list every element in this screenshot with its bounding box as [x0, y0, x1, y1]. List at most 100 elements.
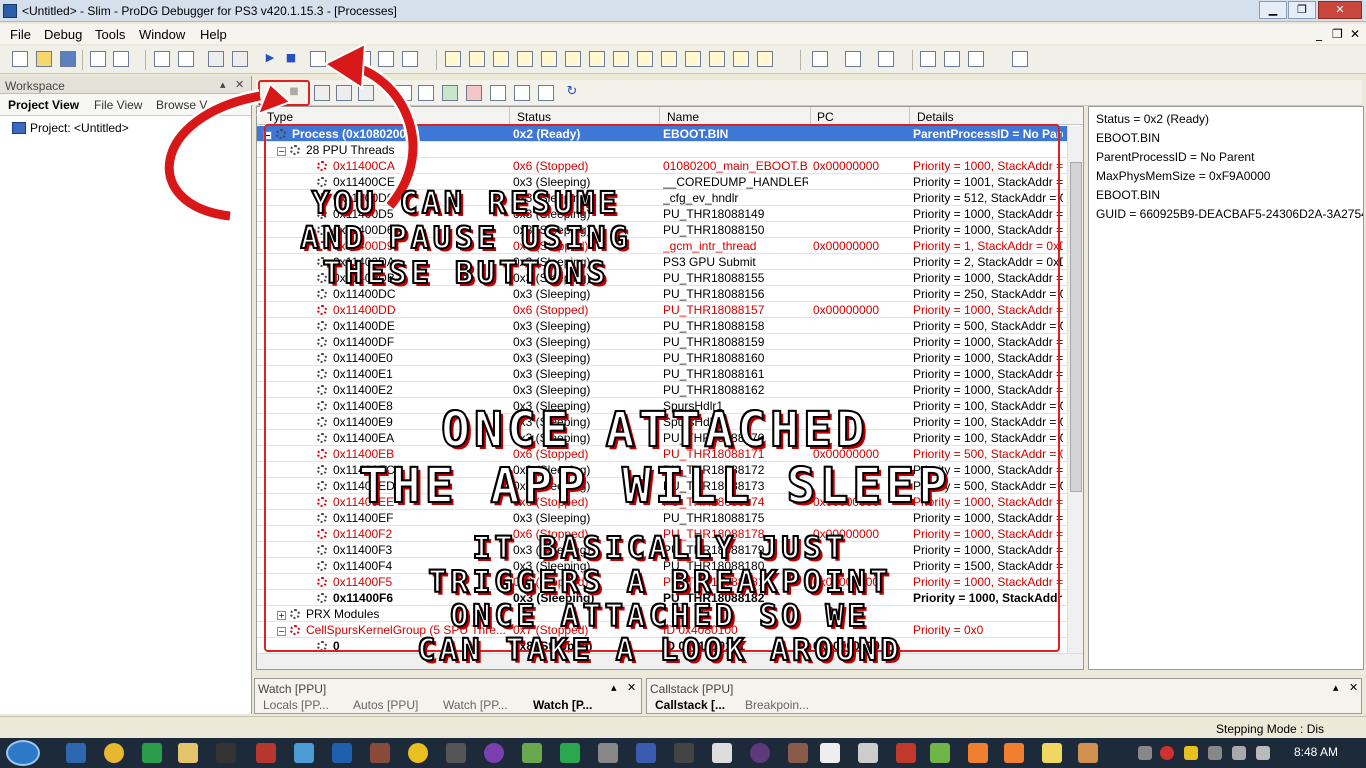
watch-close-icon[interactable]: ✕	[627, 681, 636, 694]
callstack-pin-icon[interactable]: ▴	[1333, 681, 1339, 694]
callstack-close-icon[interactable]: ✕	[1349, 681, 1358, 694]
source-window-icon[interactable]	[685, 51, 701, 67]
layout-horizontal-icon[interactable]	[812, 51, 828, 67]
save-icon[interactable]	[60, 51, 76, 67]
stepping-mode-status: Stepping Mode : Dis	[1216, 722, 1325, 736]
process-properties-icon[interactable]	[490, 85, 506, 101]
tab-locals[interactable]: Locals [PP...	[263, 698, 329, 712]
app-icon[interactable]	[674, 743, 694, 763]
callstack-window-icon[interactable]	[565, 51, 581, 67]
column-details[interactable]: Details	[917, 110, 954, 124]
layout-bottom-icon[interactable]	[878, 51, 894, 67]
app-icon[interactable]	[750, 743, 770, 763]
menu-file[interactable]: File	[10, 27, 31, 42]
tray-icon[interactable]	[1184, 746, 1198, 760]
volume-icon[interactable]	[1256, 746, 1270, 760]
target-manager-icon[interactable]	[1012, 51, 1028, 67]
app-icon[interactable]	[1004, 743, 1024, 763]
column-name[interactable]: Name	[667, 110, 699, 124]
app-icon[interactable]	[446, 743, 466, 763]
attach-process-icon[interactable]	[442, 85, 458, 101]
app-icon[interactable]	[1042, 743, 1062, 763]
vertical-scrollbar[interactable]	[1067, 126, 1083, 653]
clock[interactable]: 8:48 AM	[1294, 745, 1338, 759]
app-icon[interactable]	[930, 743, 950, 763]
cmd-icon[interactable]	[216, 743, 236, 763]
app-icon[interactable]	[294, 743, 314, 763]
app-icon[interactable]	[636, 743, 656, 763]
taskbar: 8:48 AM	[0, 738, 1366, 768]
target-settings-icon[interactable]	[968, 51, 984, 67]
tray-icon[interactable]	[1138, 746, 1152, 760]
close-button[interactable]: ✕	[1318, 1, 1362, 19]
layout-vertical-icon[interactable]	[845, 51, 861, 67]
breakpoints-window-icon[interactable]	[589, 51, 605, 67]
menu-tools[interactable]: Tools	[95, 27, 125, 42]
mdi-close-button[interactable]: ✕	[1350, 27, 1360, 41]
maximize-button[interactable]: ❐	[1288, 1, 1316, 19]
symbols-window-icon[interactable]	[709, 51, 725, 67]
start-button[interactable]	[6, 740, 40, 766]
memory-window-icon[interactable]	[469, 51, 485, 67]
app-icon[interactable]	[598, 743, 618, 763]
app-icon[interactable]	[256, 743, 276, 763]
app-icon[interactable]	[858, 743, 878, 763]
tab-file-view[interactable]: File View	[94, 98, 142, 112]
refresh-icon[interactable]: ↻	[564, 85, 580, 101]
annotation-line: AND PAUSE USING	[300, 220, 632, 257]
filezilla-icon[interactable]	[896, 743, 916, 763]
scrollbar-thumb[interactable]	[1070, 162, 1082, 492]
watch-window-icon[interactable]	[541, 51, 557, 67]
column-pc[interactable]: PC	[817, 110, 834, 124]
network-icon[interactable]	[1232, 746, 1246, 760]
spu-window-icon[interactable]	[757, 51, 773, 67]
locals-window-icon[interactable]	[517, 51, 533, 67]
tty-window-icon[interactable]	[661, 51, 677, 67]
column-status[interactable]: Status	[517, 110, 551, 124]
app-icon[interactable]	[370, 743, 390, 763]
project-tree-item[interactable]: Project: <Untitled>	[30, 121, 129, 135]
new-file-icon[interactable]	[12, 51, 28, 67]
app-icon[interactable]	[142, 743, 162, 763]
tray-icon[interactable]	[1160, 746, 1174, 760]
tab-breakpoints[interactable]: Breakpoin...	[745, 698, 809, 712]
app-icon[interactable]	[820, 743, 840, 763]
grid-icon[interactable]	[90, 51, 106, 67]
details-line: MaxPhysMemSize = 0xF9A0000	[1096, 169, 1271, 183]
detach-process-icon[interactable]	[466, 85, 482, 101]
threads-window-icon[interactable]	[637, 51, 653, 67]
android-icon[interactable]	[522, 743, 542, 763]
app-icon[interactable]	[788, 743, 808, 763]
app-icon[interactable]	[712, 743, 732, 763]
ie-icon[interactable]	[66, 743, 86, 763]
reset-target-icon[interactable]	[944, 51, 960, 67]
mdi-restore-button[interactable]: ❐	[1332, 27, 1343, 41]
target-window-icon[interactable]	[733, 51, 749, 67]
disassembly-window-icon[interactable]	[445, 51, 461, 67]
app-icon[interactable]	[408, 743, 428, 763]
mdi-minimize-button[interactable]: _	[1316, 27, 1322, 41]
app-icon[interactable]	[332, 743, 352, 763]
minimize-button[interactable]: ▁	[1259, 1, 1287, 19]
tab-callstack[interactable]: Callstack [...	[655, 698, 725, 712]
windows-icon[interactable]	[113, 51, 129, 67]
columns-icon[interactable]	[538, 85, 554, 101]
modules-window-icon[interactable]	[613, 51, 629, 67]
app-icon[interactable]	[1078, 743, 1098, 763]
app-icon[interactable]	[484, 743, 504, 763]
tab-project-view[interactable]: Project View	[8, 98, 79, 112]
tab-watch-1[interactable]: Watch [PP...	[443, 698, 508, 712]
explorer-icon[interactable]	[178, 743, 198, 763]
tab-autos[interactable]: Autos [PPU]	[353, 698, 418, 712]
watch-pin-icon[interactable]: ▴	[611, 681, 617, 694]
app-icon[interactable]	[968, 743, 988, 763]
menu-debug[interactable]: Debug	[44, 27, 82, 42]
app-icon[interactable]	[560, 743, 580, 763]
tab-watch-2[interactable]: Watch [P...	[533, 698, 592, 712]
tray-icon[interactable]	[1208, 746, 1222, 760]
connect-target-icon[interactable]	[920, 51, 936, 67]
registers-window-icon[interactable]	[493, 51, 509, 67]
open-folder-icon[interactable]	[36, 51, 52, 67]
filter-icon[interactable]	[514, 85, 530, 101]
chrome-icon[interactable]	[104, 743, 124, 763]
